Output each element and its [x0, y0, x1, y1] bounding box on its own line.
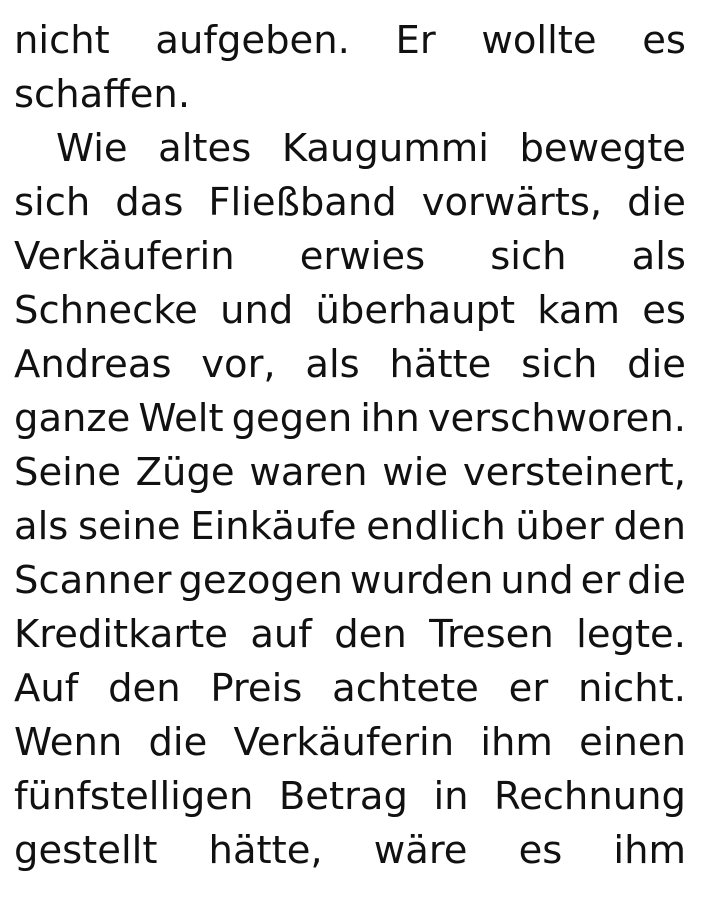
word: legte. [576, 612, 686, 657]
word: Scanner [14, 558, 172, 603]
word: sich [490, 234, 567, 279]
word: wäre [373, 828, 468, 873]
word: ihm [480, 720, 553, 765]
word: es [642, 288, 686, 333]
word: vorwärts, [421, 180, 603, 225]
text-line: Verkäuferin erwies sich als [14, 230, 686, 284]
word: in [433, 774, 469, 819]
word: versteinert, [462, 450, 686, 495]
word: Einkäufe [190, 504, 357, 549]
word: hätte, [208, 828, 323, 873]
word: es [518, 828, 563, 873]
text-line: Auf den Preis achtete er nicht. [14, 662, 686, 716]
text-line: sich das Fließband vorwärts, die [14, 176, 686, 230]
word: seine [78, 504, 181, 549]
word: erwies [299, 234, 426, 279]
word: überhaupt [315, 288, 516, 333]
word: Tresen [429, 612, 554, 657]
word: Wie [56, 126, 128, 171]
word: als [14, 504, 69, 549]
text-line: Wenn die Verkäuferin ihm einen [14, 716, 686, 770]
word: er [580, 558, 621, 603]
text-line: Schnecke und überhaupt kam es [14, 284, 686, 338]
word: und [220, 288, 294, 333]
word: es [642, 18, 686, 63]
word: hätte [389, 342, 492, 387]
word: verschworen. [427, 396, 686, 441]
word: waren [249, 450, 368, 495]
word: den [108, 666, 181, 711]
word: altes [158, 126, 252, 171]
word: gestellt [14, 828, 158, 873]
word: sich [521, 342, 598, 387]
word: Wenn [14, 720, 123, 765]
word: ihn [360, 396, 420, 441]
word: Verkäuferin [14, 234, 235, 279]
text-line: fünfstelligen Betrag in Rechnung [14, 770, 686, 824]
document-page: nicht aufgeben. Er wollte es schaffen. Wie alte… [14, 14, 686, 878]
body-text: nicht aufgeben. Er wollte es schaffen. Wie alte… [14, 14, 686, 878]
word: gegen [231, 396, 353, 441]
word: bewegte [519, 126, 686, 171]
word: wurden [349, 558, 494, 603]
word: als [305, 342, 360, 387]
word: Preis [210, 666, 303, 711]
word: endlich [366, 504, 506, 549]
word: Verkäuferin [233, 720, 455, 765]
word: er [508, 666, 549, 711]
word: den [613, 504, 686, 549]
word: die [627, 558, 686, 603]
text-line: Wie altes Kaugummi bewegte [14, 122, 686, 176]
text-line: als seine Einkäufe endlich über den [14, 500, 686, 554]
word: auf [250, 612, 312, 657]
word: die [627, 342, 686, 387]
word: Rechnung [494, 774, 686, 819]
word: sich [14, 180, 91, 225]
word: ihm [613, 828, 686, 873]
word: Betrag [278, 774, 408, 819]
word: die [148, 720, 208, 765]
word: nicht. [577, 666, 686, 711]
word: Kreditkarte [14, 612, 228, 657]
word: Andreas [14, 342, 172, 387]
word: Welt [138, 396, 224, 441]
word: einen [579, 720, 686, 765]
word: Er [395, 18, 436, 63]
word: aufgeben. [155, 18, 350, 63]
word: über [515, 504, 604, 549]
word: achtete [332, 666, 479, 711]
word: Seine [14, 450, 121, 495]
word: schaffen. [14, 72, 191, 117]
word: gezogen [178, 558, 343, 603]
text-line: Kreditkarte auf den Tresen legte. [14, 608, 686, 662]
word: kam [537, 288, 621, 333]
text-line: Andreas vor, als hätte sich die [14, 338, 686, 392]
word: Kaugummi [281, 126, 489, 171]
word: wie [382, 450, 449, 495]
word: fünfstelligen [14, 774, 254, 819]
word: Fließband [208, 180, 397, 225]
text-line: nicht aufgeben. Er wollte es [14, 14, 686, 68]
text-line: schaffen. [14, 68, 686, 122]
text-line: ganze Welt gegen ihn verschworen. [14, 392, 686, 446]
word: den [334, 612, 407, 657]
word: Schnecke [14, 288, 198, 333]
word: das [115, 180, 184, 225]
text-line: Scanner gezogen wurden und er die [14, 554, 686, 608]
word: und [500, 558, 574, 603]
word: Auf [14, 666, 79, 711]
word: wollte [481, 18, 597, 63]
text-line: gestellt hätte, wäre es ihm [14, 824, 686, 878]
word: als [631, 234, 686, 279]
word: Züge [135, 450, 235, 495]
word: die [627, 180, 686, 225]
word: nicht [14, 18, 110, 63]
word: vor, [201, 342, 276, 387]
text-line: Seine Züge waren wie versteinert, [14, 446, 686, 500]
word: ganze [14, 396, 131, 441]
